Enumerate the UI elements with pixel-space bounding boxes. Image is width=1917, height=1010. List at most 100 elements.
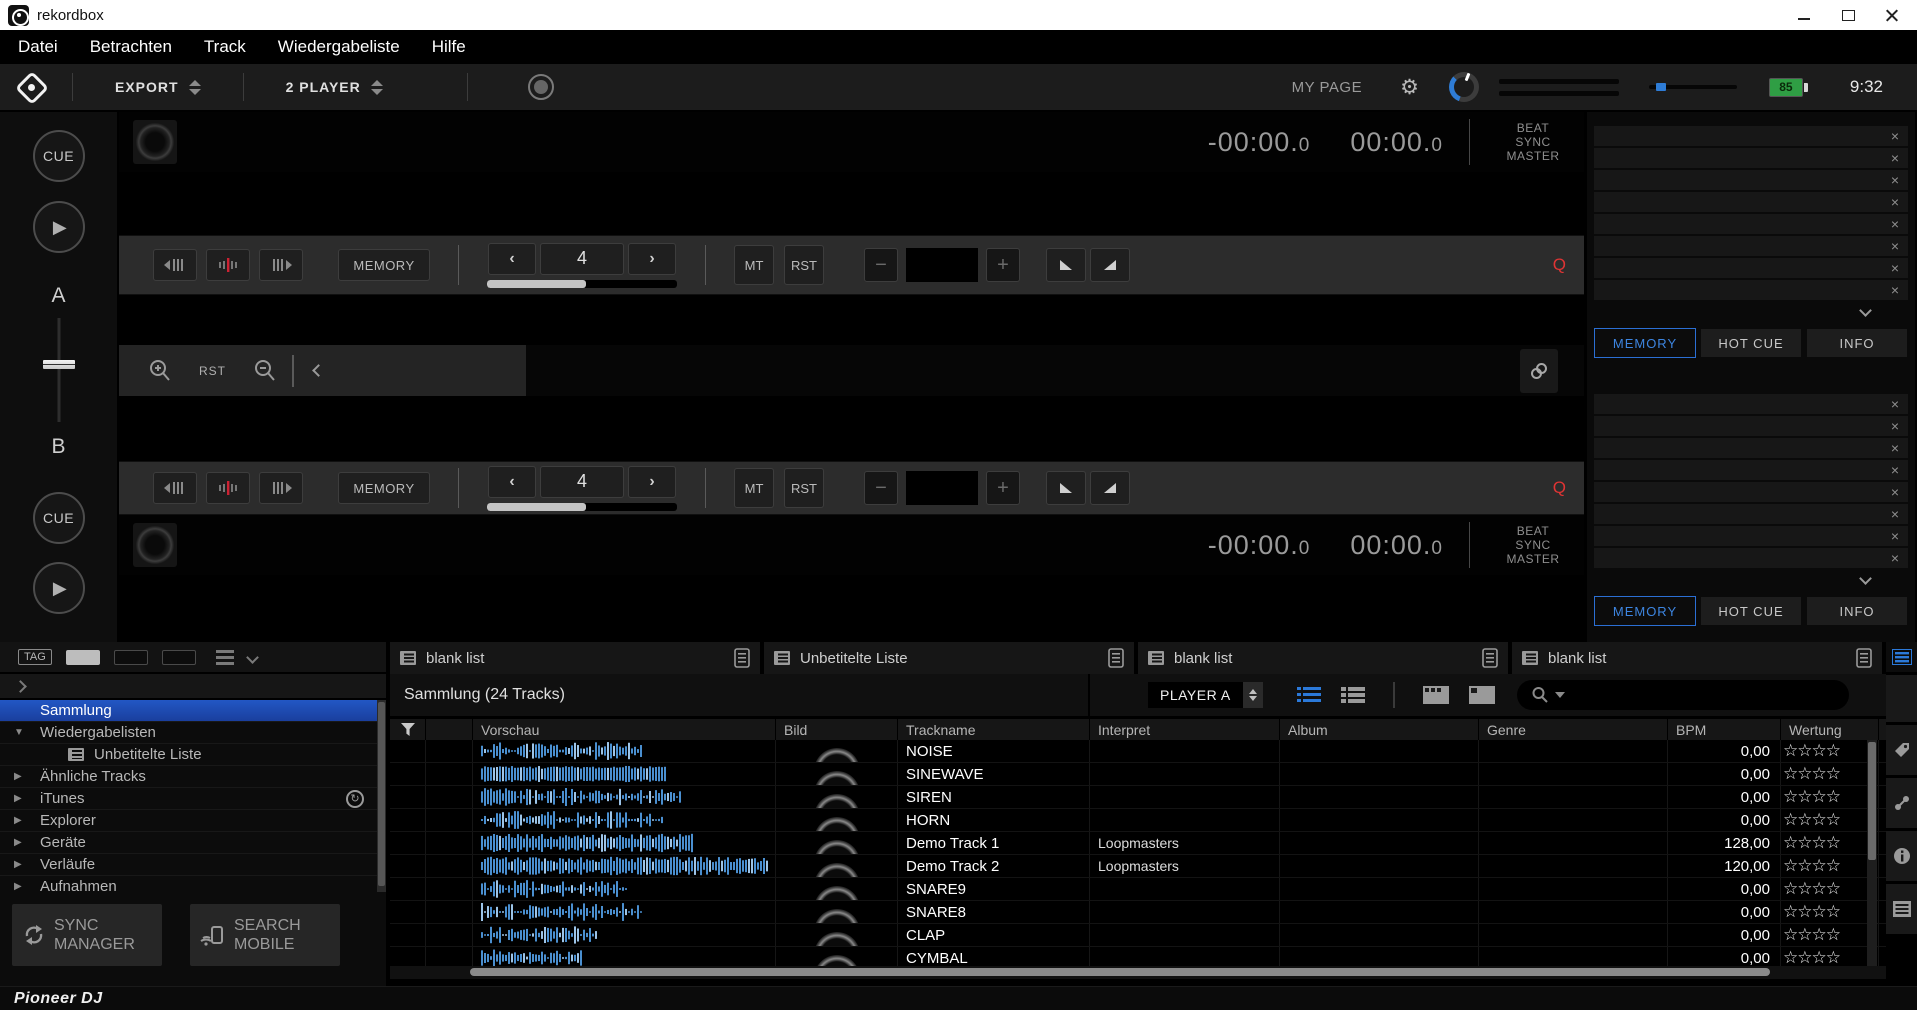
cue-tab-info[interactable]: INFO (1806, 596, 1908, 626)
beat-jump-forward-button[interactable]: › (628, 243, 676, 275)
memory-button[interactable]: MEMORY (338, 249, 430, 281)
level-slider-1[interactable] (1499, 79, 1619, 84)
playlist-tab-1[interactable]: Unbetitelte Liste (764, 642, 1134, 674)
master-tempo-button[interactable]: MT (734, 245, 774, 285)
rekordbox-toolbar-logo-icon[interactable] (16, 72, 46, 102)
waveform-preview[interactable] (479, 948, 584, 966)
pitch-bend-plus-button[interactable] (1090, 471, 1130, 505)
delete-cue-button[interactable]: × (1891, 217, 1899, 231)
table-row[interactable]: NOISE0,00☆☆☆☆ (390, 740, 1886, 763)
menu-item-betrachten[interactable]: Betrachten (78, 37, 192, 57)
memory-button[interactable]: MEMORY (338, 472, 430, 504)
waveform-preview[interactable] (479, 925, 599, 945)
tempo-reset-button[interactable]: RST (784, 468, 824, 508)
beat-sync-master-button[interactable]: BEATSYNCMASTER (1490, 524, 1576, 566)
playlist-tab-3[interactable]: blank list (1512, 642, 1882, 674)
cue-tab-memory[interactable]: MEMORY (1594, 328, 1696, 358)
link-button[interactable] (1520, 349, 1558, 393)
playlist-tab-0[interactable]: blank list (390, 642, 760, 674)
table-row[interactable]: CLAP0,00☆☆☆☆ (390, 924, 1886, 947)
delete-cue-button[interactable]: × (1891, 283, 1899, 297)
beat-sync-master-button[interactable]: BEATSYNCMASTER (1490, 121, 1576, 163)
zoom-out-icon[interactable] (252, 358, 278, 384)
row-rating[interactable]: ☆☆☆☆ (1781, 901, 1879, 923)
tempo-minus-button[interactable]: − (864, 248, 898, 282)
row-rating[interactable]: ☆☆☆☆ (1781, 832, 1879, 854)
player-select[interactable]: PLAYER A (1148, 682, 1263, 708)
row-trackname[interactable]: Demo Track 2 (898, 855, 1090, 877)
delete-cue-button[interactable]: × (1891, 151, 1899, 165)
row-rating[interactable]: ☆☆☆☆ (1781, 924, 1879, 946)
cue-button-deck-b[interactable]: CUE (33, 492, 85, 544)
table-row[interactable]: HORN0,00☆☆☆☆ (390, 809, 1886, 832)
horizontal-scrollbar[interactable] (390, 966, 1886, 979)
tree-right-arrow-icon[interactable]: ▶ (14, 771, 40, 782)
row-trackname[interactable]: Demo Track 1 (898, 832, 1090, 854)
table-row[interactable]: Demo Track 2Loopmasters120,00☆☆☆☆ (390, 855, 1886, 878)
delete-cue-button[interactable]: × (1891, 441, 1899, 455)
tag-panel-button[interactable] (1886, 725, 1917, 775)
row-rating[interactable]: ☆☆☆☆ (1781, 855, 1879, 877)
column-header-bpm[interactable]: BPM (1668, 719, 1781, 740)
tempo-reset-button[interactable]: RST (784, 245, 824, 285)
sidebar-item-wiedergabelisten[interactable]: ▼Wiedergabelisten (0, 722, 386, 744)
beat-jump-value[interactable]: 4 (540, 466, 624, 498)
sidebar-item--hnliche-tracks[interactable]: ▶Ähnliche Tracks (0, 766, 386, 788)
collapse-left-icon[interactable] (312, 364, 325, 377)
chevron-down-icon[interactable] (1859, 572, 1872, 585)
deck-fader-handle[interactable] (43, 360, 75, 369)
quantize-button[interactable]: Q (1553, 255, 1566, 275)
chevron-down-icon[interactable] (1859, 304, 1872, 317)
row-trackname[interactable]: HORN (898, 809, 1090, 831)
waveform-preview[interactable] (479, 833, 694, 853)
tree-right-arrow-icon[interactable]: ▶ (14, 793, 40, 804)
beat-jump-back-button[interactable]: ‹ (488, 243, 536, 275)
level-slider-2[interactable] (1499, 91, 1619, 96)
track-search-back-button[interactable] (153, 249, 197, 281)
row-rating[interactable]: ☆☆☆☆ (1781, 786, 1879, 808)
master-tempo-button[interactable]: MT (734, 468, 774, 508)
row-rating[interactable]: ☆☆☆☆ (1781, 740, 1879, 762)
pitch-bend-minus-button[interactable] (1046, 248, 1086, 282)
minimize-button[interactable] (1797, 8, 1811, 22)
track-search-forward-button[interactable] (259, 249, 303, 281)
menu-item-track[interactable]: Track (192, 37, 266, 57)
beat-jump-forward-button[interactable]: › (628, 466, 676, 498)
quantize-button[interactable]: Q (1553, 478, 1566, 498)
playlist-tab-doc-icon[interactable] (1856, 648, 1872, 668)
search-options-caret-icon[interactable] (1555, 692, 1565, 698)
sync-manager-button[interactable]: SYNCMANAGER (12, 904, 162, 966)
list-panel-button[interactable] (1886, 884, 1917, 934)
table-row[interactable]: Demo Track 1Loopmasters128,00☆☆☆☆ (390, 832, 1886, 855)
row-rating[interactable]: ☆☆☆☆ (1781, 763, 1879, 785)
row-trackname[interactable]: CLAP (898, 924, 1090, 946)
sidebar-item-sammlung[interactable]: Sammlung (0, 700, 386, 722)
cue-tab-hot-cue[interactable]: HOT CUE (1700, 328, 1802, 358)
deck-a-waveform[interactable] (119, 172, 1584, 235)
track-search-back-button[interactable] (153, 472, 197, 504)
deck-b-zoom-waveform[interactable] (119, 396, 1584, 461)
related-tracks-button[interactable] (1886, 778, 1917, 828)
row-trackname[interactable]: SIREN (898, 786, 1090, 808)
menu-item-hilfe[interactable]: Hilfe (420, 37, 486, 57)
column-header-interpret[interactable]: Interpret (1090, 719, 1280, 740)
playlist-tab-doc-icon[interactable] (1108, 648, 1124, 668)
info-panel-button[interactable] (1886, 831, 1917, 881)
waveform-preview[interactable] (479, 741, 644, 761)
horizontal-scrollbar-thumb[interactable] (470, 968, 1770, 976)
row-trackname[interactable]: SINEWAVE (898, 763, 1090, 785)
row-trackname[interactable]: SNARE9 (898, 878, 1090, 900)
tree-right-arrow-icon[interactable]: ▶ (14, 815, 40, 826)
zoom-reset-button[interactable]: RST (199, 364, 226, 378)
beat-jump-back-button[interactable]: ‹ (488, 466, 536, 498)
tempo-plus-button[interactable]: + (986, 248, 1020, 282)
artwork-view-icon[interactable] (1423, 686, 1449, 704)
row-trackname[interactable]: NOISE (898, 740, 1090, 762)
zoom-in-icon[interactable] (147, 358, 173, 384)
deck-a-zoom-waveform[interactable] (119, 295, 1584, 345)
waveform-preview[interactable] (479, 902, 644, 922)
waveform-preview[interactable] (479, 787, 684, 807)
delete-cue-button[interactable]: × (1891, 507, 1899, 521)
column-header-vorschau[interactable]: Vorschau (473, 719, 776, 740)
delete-cue-button[interactable]: × (1891, 551, 1899, 565)
